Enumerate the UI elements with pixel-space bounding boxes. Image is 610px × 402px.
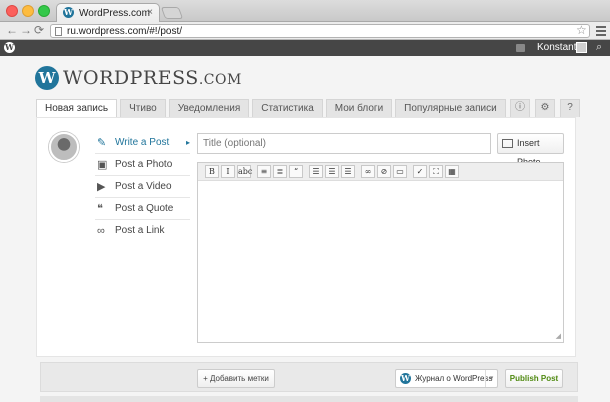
tab-icons: ⓘ ⚙? [505, 99, 580, 117]
post-menu-label: Write a Post [115, 137, 170, 148]
gear-icon[interactable]: ⚙ [535, 99, 555, 117]
address-url: ru.wordpress.com/#!/post/ [67, 26, 183, 37]
blog-select[interactable]: W Журнал о WordPress ▾ [395, 369, 498, 388]
browser-menu-icon[interactable] [596, 26, 606, 38]
wordpress-favicon-icon: W [63, 7, 74, 18]
new-tab-button[interactable] [160, 7, 184, 19]
publish-bar: + Добавить метки W Журнал о WordPress ▾ … [40, 362, 578, 392]
post-type-menu: ✎ Write a Post ▸ ▣ Post a Photo ▶ Post a Video… [95, 132, 190, 242]
post-menu-item[interactable]: ✎ Write a Post ▸ [95, 132, 190, 154]
browser-tabstrip: W WordPress.com × [0, 0, 610, 22]
brand-name-main: WORDPRESS [63, 67, 199, 89]
chevron-down-icon[interactable]: ▾ [485, 370, 497, 387]
tab-5[interactable]: Популярные записи [395, 99, 506, 117]
post-menu-item[interactable]: ❝ Post a Quote [95, 198, 190, 220]
post-menu-item[interactable]: ▣ Post a Photo [95, 154, 190, 176]
back-icon[interactable]: ← [6, 23, 18, 37]
minimize-window-button[interactable] [22, 5, 34, 17]
align-center-button[interactable]: ☰ [325, 165, 339, 178]
reload-icon[interactable]: ⟳ [34, 23, 44, 37]
post-menu-label: Post a Quote [115, 203, 174, 214]
browser-tab-title: WordPress.com [79, 8, 150, 19]
blockquote-button[interactable]: “ [289, 165, 303, 178]
tab-0[interactable]: Новая запись [36, 99, 118, 117]
post-menu-item[interactable]: ∞ Post a Link [95, 220, 190, 242]
spellcheck-button[interactable]: ✓ [413, 165, 427, 178]
page-content: W WORDPRESS.COM Новая запись Чтиво Уведомл… [0, 56, 610, 402]
publish-post-button[interactable]: Publish Post [505, 369, 563, 388]
fullscreen-button[interactable]: ⛶ [429, 165, 443, 178]
post-editor: B Iabc ≡ ≣ “☰ ☰ ☰ ∞ ⊘ ▭ ✓ ⛶ ▦ ◢ [197, 162, 564, 343]
insert-photo-button[interactable]: Insert Photo [497, 133, 564, 167]
link-icon: ∞ [97, 225, 105, 237]
zoom-window-button[interactable] [38, 5, 50, 17]
italic-button[interactable]: I [221, 165, 235, 178]
notifications-icon[interactable] [516, 44, 525, 52]
brand-name-suffix: .COM [198, 72, 242, 88]
page-icon [55, 27, 62, 36]
wordpress-logo-icon: W [35, 66, 59, 90]
quote-icon: ❝ [97, 203, 103, 215]
bullet-list-button[interactable]: ≡ [257, 165, 271, 178]
title-input[interactable] [197, 133, 491, 154]
brand-name: WORDPRESS.COM [63, 67, 242, 89]
admin-bar-search-icon[interactable]: ⌕ [596, 41, 602, 54]
unlink-button[interactable]: ⊘ [377, 165, 391, 178]
editor-body[interactable] [198, 182, 563, 342]
resize-grip-icon[interactable]: ◢ [556, 332, 561, 340]
numbered-list-button[interactable]: ≣ [273, 165, 287, 178]
wordpress-admin-logo-icon[interactable]: W [4, 42, 15, 53]
help-icon[interactable]: ? [560, 99, 580, 117]
browser-toolbar: ← → ⟳ ru.wordpress.com/#!/post/ ☆ [0, 22, 610, 40]
tab-3[interactable]: Статистика [252, 99, 323, 117]
strikethrough-button[interactable]: abc [237, 165, 252, 178]
post-panel: ✎ Write a Post ▸ ▣ Post a Photo ▶ Post a Video… [36, 117, 576, 357]
bookmark-star-icon[interactable]: ☆ [576, 23, 587, 37]
pin-icon: ✎ [97, 137, 107, 149]
main-tabs: Новая запись Чтиво Уведомления Статистика Мо… [36, 99, 509, 117]
align-right-button[interactable]: ☰ [341, 165, 355, 178]
blog-wordpress-icon: W [400, 373, 411, 384]
info-icon[interactable]: ⓘ [510, 99, 530, 117]
film-icon: ▶ [97, 181, 106, 193]
link-button[interactable]: ∞ [361, 165, 375, 178]
more-button[interactable]: ▭ [393, 165, 407, 178]
blog-select-label: Журнал о WordPress [415, 374, 493, 383]
tab-4[interactable]: Мои блоги [325, 99, 393, 117]
wordpress-brand[interactable]: W WORDPRESS.COM [35, 66, 242, 90]
bold-button[interactable]: B [205, 165, 219, 178]
close-tab-icon[interactable]: × [147, 7, 153, 18]
close-window-button[interactable] [6, 5, 18, 17]
post-menu-label: Post a Link [115, 225, 165, 236]
address-bar[interactable]: ru.wordpress.com/#!/post/ [50, 24, 590, 38]
admin-bar-avatar[interactable] [576, 42, 587, 53]
tab-2[interactable]: Уведомления [168, 99, 250, 117]
post-menu-label: Post a Video [115, 181, 172, 192]
below-strip [40, 396, 578, 402]
editor-toolbar: B Iabc ≡ ≣ “☰ ☰ ☰ ∞ ⊘ ▭ ✓ ⛶ ▦ [198, 163, 563, 181]
add-tags-button[interactable]: + Добавить метки [197, 369, 275, 388]
wp-admin-bar: W Konstantin ⌕ [0, 40, 610, 56]
forward-icon[interactable]: → [20, 23, 32, 37]
kitchen-sink-button[interactable]: ▦ [445, 165, 459, 178]
post-menu-item[interactable]: ▶ Post a Video [95, 176, 190, 198]
image-icon [502, 139, 513, 148]
avatar[interactable] [49, 132, 79, 162]
align-left-button[interactable]: ☰ [309, 165, 323, 178]
browser-tab[interactable]: W WordPress.com × [56, 3, 160, 22]
post-menu-label: Post a Photo [115, 159, 173, 170]
tab-1[interactable]: Чтиво [120, 99, 166, 117]
chevron-right-icon: ▸ [185, 138, 190, 147]
camera-icon: ▣ [97, 159, 108, 171]
